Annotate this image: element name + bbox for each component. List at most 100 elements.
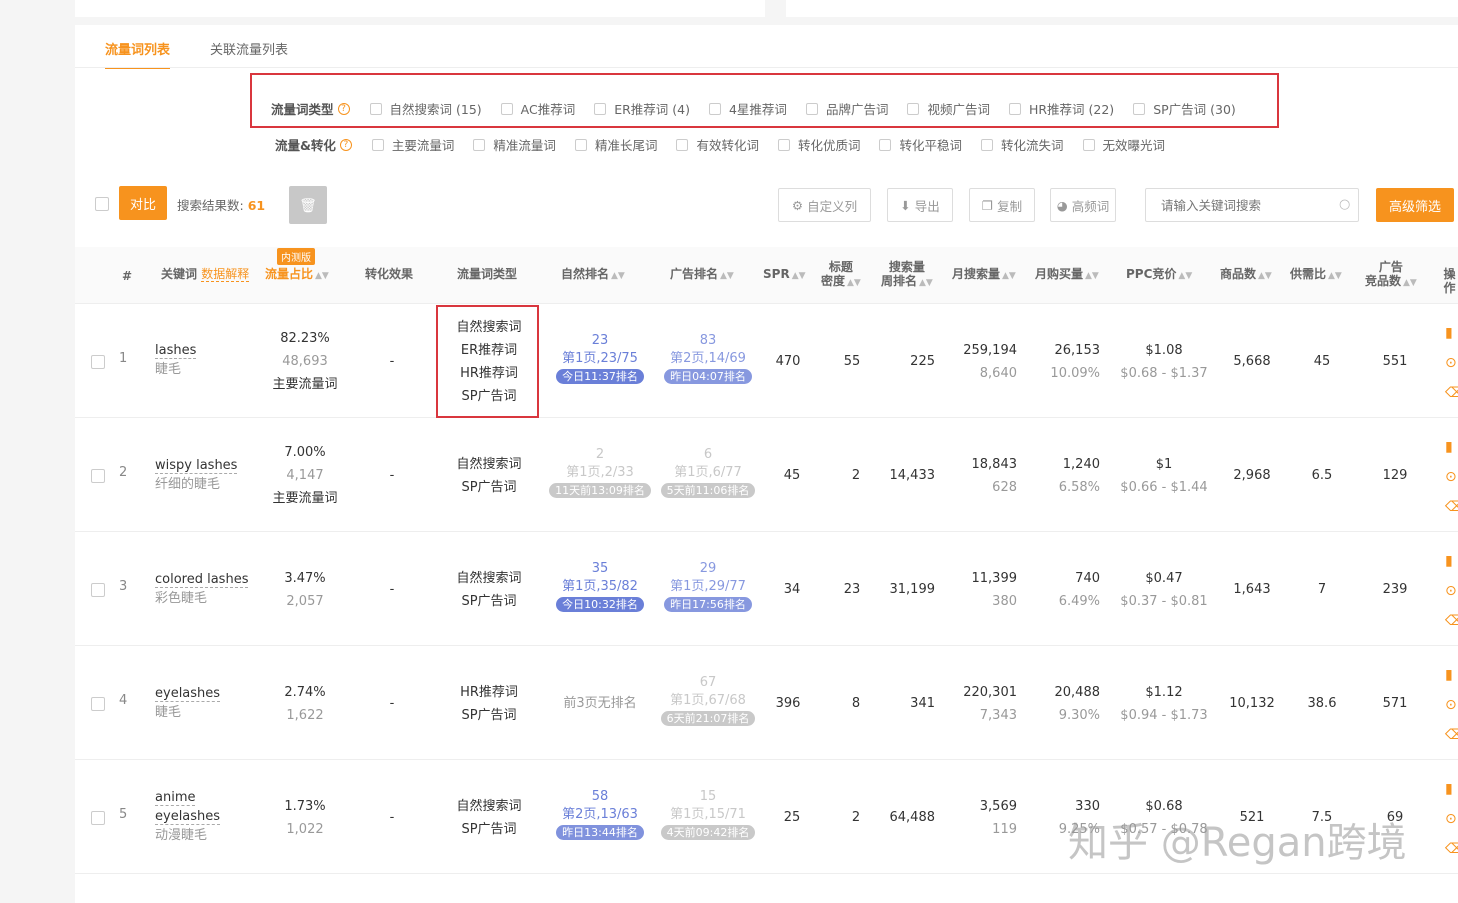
row-checkbox[interactable] <box>91 697 105 711</box>
sort-icon[interactable]: ▲▼ <box>792 271 806 281</box>
filter-type-option[interactable]: AC推荐词 <box>500 99 575 118</box>
sort-icon[interactable]: ▲▼ <box>611 271 625 281</box>
checkbox[interactable] <box>500 102 513 115</box>
keyword-search-input[interactable] <box>1145 188 1359 222</box>
table-row[interactable]: 4 eyelashes 睫毛 2.74% 1,622 - HR推荐词 SP广告词… <box>75 646 1458 760</box>
checkbox[interactable] <box>981 138 993 151</box>
filter-conv-option[interactable]: 转化平稳词 <box>879 135 962 154</box>
delete-button[interactable]: 🗑 <box>289 186 327 224</box>
col-traffic-share[interactable]: 流量占比 ▲▼ <box>265 267 329 283</box>
trash-icon[interactable]: ⌫ <box>1445 720 1458 750</box>
row-checkbox[interactable] <box>91 811 105 825</box>
sort-icon[interactable]: ▲▼ <box>1178 271 1192 281</box>
col-ad-rank[interactable]: 广告排名 ▲▼ <box>670 267 734 283</box>
checkbox[interactable] <box>574 138 587 151</box>
compare-button[interactable]: 对比 <box>119 186 167 220</box>
checkbox[interactable] <box>473 138 486 151</box>
col-ad-products[interactable]: 广告 竞品数 ▲▼ <box>1365 260 1417 290</box>
filter-conv-option[interactable]: 精准长尾词 <box>574 135 657 154</box>
col-title-density[interactable]: 标题 密度 ▲▼ <box>821 260 861 290</box>
row-checkbox[interactable] <box>91 469 105 483</box>
filter-conv-option[interactable]: 无效曝光词 <box>1082 135 1165 154</box>
col-products[interactable]: 商品数 ▲▼ <box>1220 267 1272 283</box>
col-spr[interactable]: SPR ▲▼ <box>763 267 806 283</box>
chart-icon[interactable]: ▮ <box>1445 546 1458 576</box>
tab-related-list[interactable]: 关联流量列表 <box>210 39 288 69</box>
more-icon[interactable]: ⊙ <box>1445 348 1458 378</box>
high-freq-button[interactable]: ◕ 高频词 <box>1050 188 1116 222</box>
more-icon[interactable]: ⊙ <box>1445 462 1458 492</box>
sort-icon[interactable]: ▲▼ <box>1002 271 1016 281</box>
row-checkbox[interactable] <box>91 355 105 369</box>
chart-icon[interactable]: ▮ <box>1445 660 1458 690</box>
table-row[interactable]: 3 colored lashes 彩色睫毛 3.47% 2,057 - 自然搜索… <box>75 532 1458 646</box>
data-explain-link[interactable]: 数据解释 <box>201 267 250 282</box>
filter-type-option[interactable]: ER推荐词 (4) <box>594 99 690 118</box>
keyword-en[interactable]: anime <box>155 790 196 806</box>
filter-conv-option[interactable]: 精准流量词 <box>473 135 556 154</box>
col-monthly-search[interactable]: 月搜索量 ▲▼ <box>952 267 1016 283</box>
more-icon[interactable]: ⊙ <box>1445 804 1458 834</box>
sort-icon[interactable]: ▲▼ <box>1085 271 1099 281</box>
help-icon[interactable]: ? <box>337 102 350 115</box>
filter-type-option[interactable]: 视频广告词 <box>907 99 990 118</box>
filter-type-option[interactable]: SP广告词 (30) <box>1133 99 1236 118</box>
filter-conv-option[interactable]: 转化流失词 <box>981 135 1064 154</box>
trash-icon[interactable]: ⌫ <box>1445 834 1458 864</box>
sort-icon[interactable]: ▲▼ <box>1403 278 1417 288</box>
advanced-filter-button[interactable]: 高级筛选 <box>1376 188 1454 222</box>
checkbox[interactable] <box>676 138 689 151</box>
checkbox[interactable] <box>1082 138 1095 151</box>
trash-icon[interactable]: ⌫ <box>1445 606 1458 636</box>
filter-conv-option[interactable]: 主要流量词 <box>371 135 454 154</box>
chart-icon[interactable]: ▮ <box>1445 318 1458 348</box>
checkbox[interactable] <box>371 138 384 151</box>
filter-type-option[interactable]: HR推荐词 (22) <box>1008 99 1114 118</box>
checkbox[interactable] <box>708 102 721 115</box>
table-row[interactable]: 1 lashes 睫毛 82.23% 48,693 主要流量词 - 自然搜索词 … <box>75 304 1458 418</box>
checkbox[interactable] <box>1133 102 1146 115</box>
col-monthly-buy[interactable]: 月购买量 ▲▼ <box>1035 267 1099 283</box>
col-keyword[interactable]: 关键词 数据解释 <box>161 267 250 282</box>
select-all-checkbox[interactable] <box>95 197 109 211</box>
keyword-en[interactable]: lashes <box>155 343 197 359</box>
col-natural-rank[interactable]: 自然排名 ▲▼ <box>561 267 625 283</box>
sort-icon[interactable]: ▲▼ <box>720 271 734 281</box>
chart-icon[interactable]: ▮ <box>1445 774 1458 804</box>
more-icon[interactable]: ⊙ <box>1445 576 1458 606</box>
table-row[interactable]: 2 wispy lashes 纤细的睫毛 7.00% 4,147 主要流量词 -… <box>75 418 1458 532</box>
sort-icon[interactable]: ▲▼ <box>1258 271 1272 281</box>
sort-icon[interactable]: ▲▼ <box>847 278 861 288</box>
filter-conv-option[interactable]: 转化优质词 <box>777 135 860 154</box>
checkbox[interactable] <box>594 102 607 115</box>
search-icon[interactable]: ○ <box>1339 197 1350 212</box>
keyword-en[interactable]: wispy lashes <box>155 458 238 474</box>
checkbox[interactable] <box>777 138 790 151</box>
help-icon[interactable]: ? <box>339 138 352 151</box>
chart-icon[interactable]: ▮ <box>1445 432 1458 462</box>
checkbox[interactable] <box>907 102 920 115</box>
copy-button[interactable]: ❐ 复制 <box>969 188 1035 222</box>
sort-icon[interactable]: ▲▼ <box>315 271 329 281</box>
export-button[interactable]: ⬇ 导出 <box>887 188 953 222</box>
filter-type-option[interactable]: 自然搜索词 (15) <box>369 99 482 118</box>
col-search-week-rank[interactable]: 搜索量 周排名 ▲▼ <box>881 260 933 290</box>
row-checkbox[interactable] <box>91 583 105 597</box>
sort-icon[interactable]: ▲▼ <box>1328 271 1342 281</box>
trash-icon[interactable]: ⌫ <box>1445 492 1458 522</box>
filter-type-option[interactable]: 4星推荐词 <box>708 99 787 118</box>
tab-keyword-list[interactable]: 流量词列表 <box>105 39 171 69</box>
col-ppc[interactable]: PPC竞价 ▲▼ <box>1126 267 1192 283</box>
keyword-en[interactable]: colored lashes <box>155 572 249 588</box>
filter-type-option[interactable]: 品牌广告词 <box>805 99 888 118</box>
keyword-en[interactable]: eyelashes <box>155 686 221 702</box>
custom-columns-button[interactable]: ⚙ 自定义列 <box>778 188 871 222</box>
checkbox[interactable] <box>369 102 382 115</box>
trash-icon[interactable]: ⌫ <box>1445 378 1458 408</box>
col-supply-demand[interactable]: 供需比 ▲▼ <box>1290 267 1342 283</box>
checkbox[interactable] <box>879 138 892 151</box>
keyword-en[interactable]: eyelashes <box>155 809 221 825</box>
checkbox[interactable] <box>805 102 818 115</box>
filter-conv-option[interactable]: 有效转化词 <box>676 135 759 154</box>
sort-icon[interactable]: ▲▼ <box>919 278 933 288</box>
